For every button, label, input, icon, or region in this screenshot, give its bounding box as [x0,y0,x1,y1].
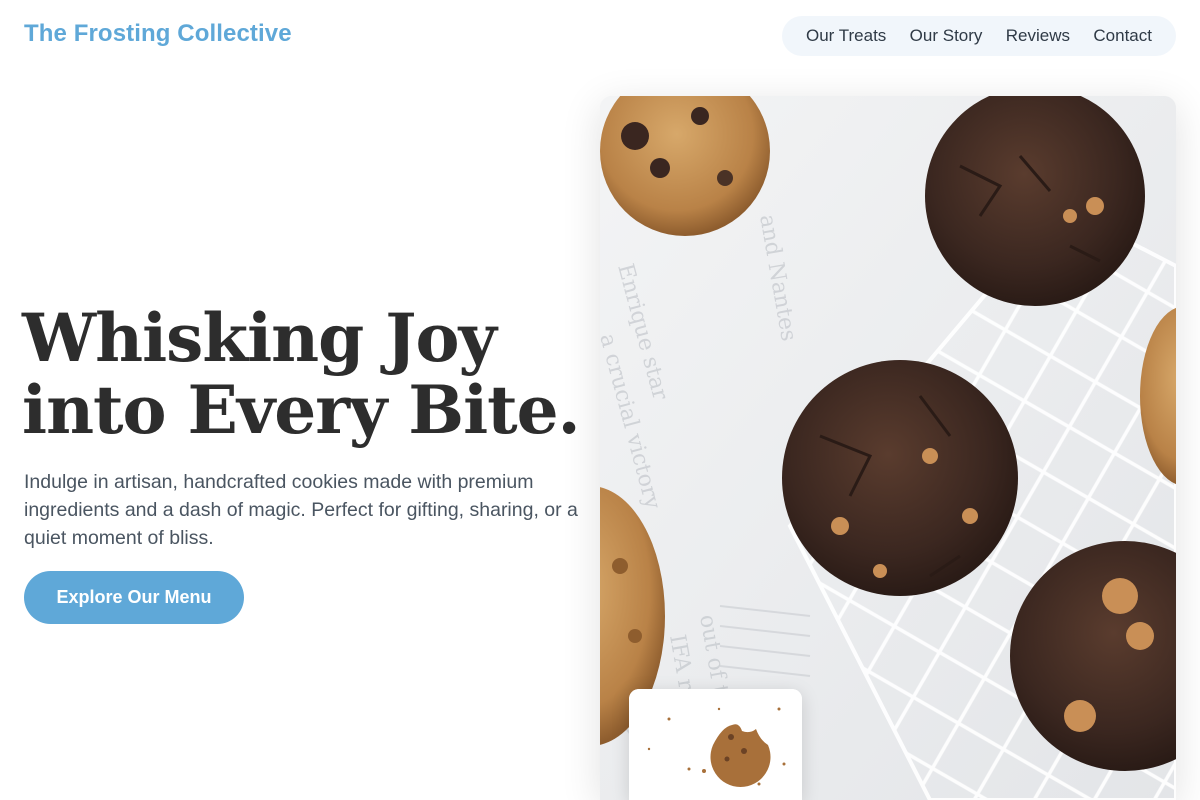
hero-description: Indulge in artisan, handcrafted cookies … [24,471,578,549]
main-nav: Our Treats Our Story Reviews Contact [782,16,1176,56]
nav-item-our-story[interactable]: Our Story [910,26,983,46]
nav-item-reviews[interactable]: Reviews [1006,26,1070,46]
nav-item-contact[interactable]: Contact [1093,26,1152,46]
hero-title-line-1: Whisking Joy [22,299,497,377]
brand-logo[interactable]: The Frosting Collective [24,20,292,48]
hero-title: Whisking Joy into Every Bite. [22,302,582,446]
hero-title-line-2: into Every Bite. [22,371,581,449]
explore-menu-button[interactable]: Explore Our Menu [24,571,244,624]
nav-item-our-treats[interactable]: Our Treats [806,26,886,46]
bitten-cookie-image [629,689,802,800]
